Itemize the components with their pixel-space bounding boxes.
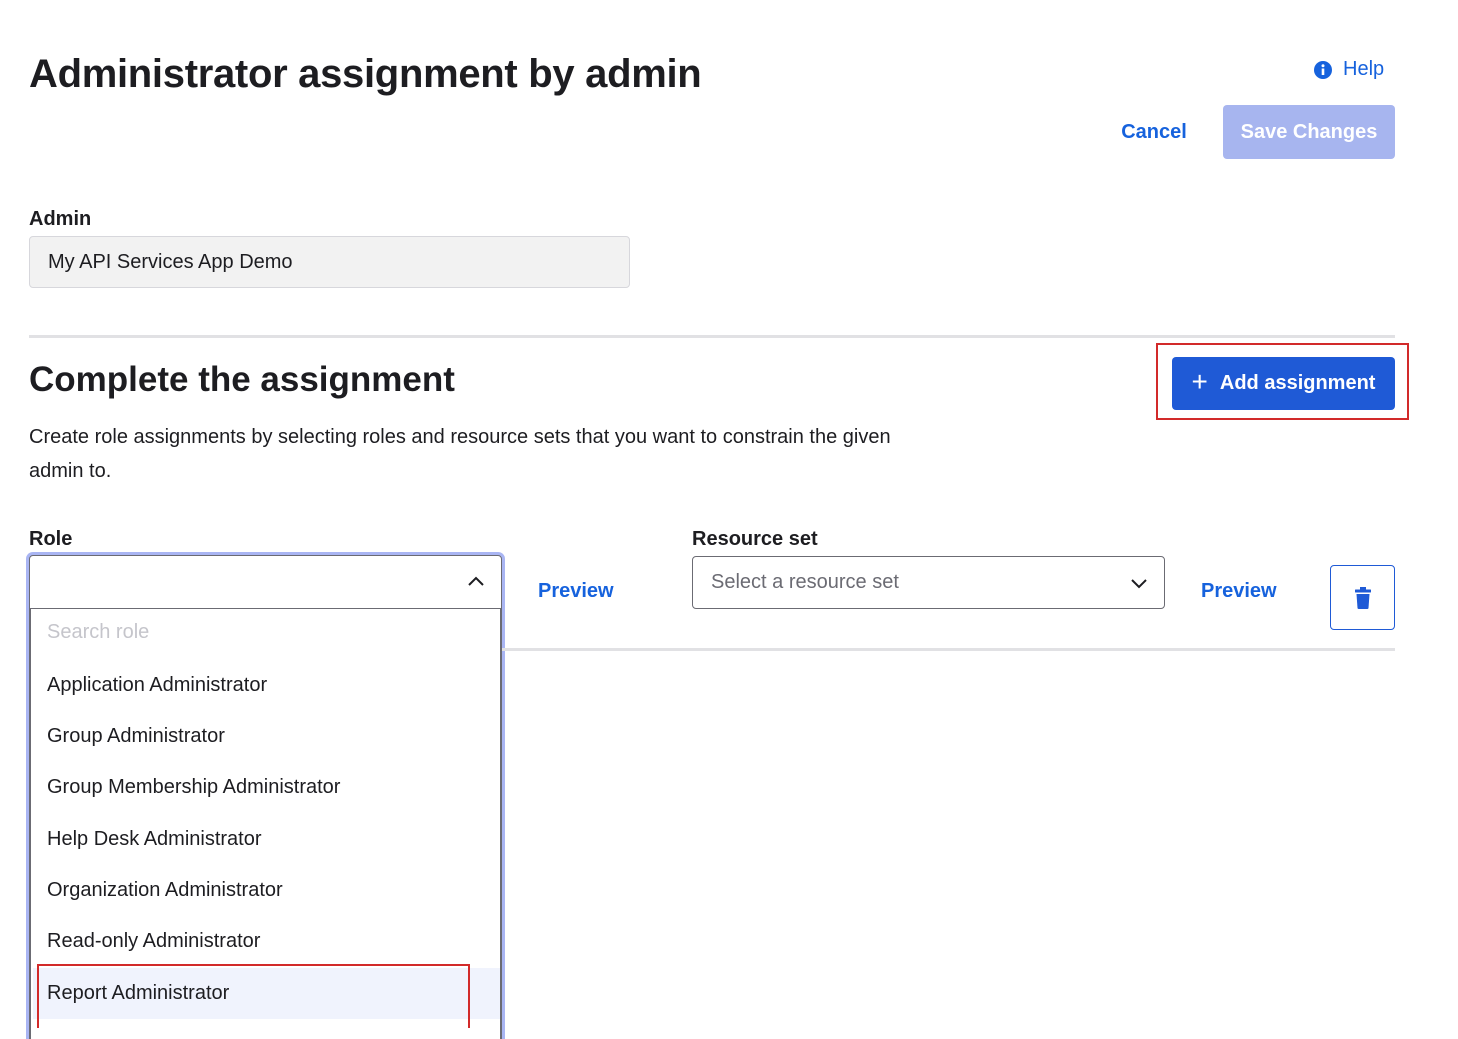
search-role-input[interactable]: Search role (47, 621, 149, 644)
admin-field: My API Services App Demo (29, 236, 630, 288)
assignment-description: Create role assignments by selecting rol… (29, 426, 891, 482)
section-divider (29, 335, 1395, 338)
add-assignment-button[interactable]: + Add assignment (1172, 357, 1395, 410)
resource-set-placeholder: Select a resource set (711, 571, 899, 593)
trash-icon (1354, 586, 1371, 609)
chevron-down-icon (1131, 579, 1147, 589)
page-title: Administrator assignment by admin (29, 52, 702, 96)
role-select[interactable] (29, 555, 502, 609)
chevron-up-icon (468, 576, 484, 586)
cancel-button[interactable]: Cancel (1108, 105, 1200, 159)
role-preview-link[interactable]: Preview (538, 580, 614, 603)
role-option-group-membership-administrator[interactable]: Group Membership Administrator (47, 776, 340, 799)
resource-set-preview-link[interactable]: Preview (1201, 580, 1277, 603)
role-label: Role (29, 528, 73, 550)
info-icon (1314, 60, 1332, 79)
delete-assignment-button[interactable] (1330, 565, 1395, 630)
plus-icon: + (1191, 366, 1208, 397)
resource-set-label: Resource set (692, 528, 818, 550)
report-administrator-callout (37, 964, 470, 1028)
role-option-read-only-administrator[interactable]: Read-only Administrator (47, 930, 260, 953)
section-title: Complete the assignment (29, 360, 455, 399)
save-changes-button[interactable]: Save Changes (1223, 105, 1395, 159)
role-option-help-desk-administrator[interactable]: Help Desk Administrator (47, 828, 262, 851)
help-link[interactable]: Help (1313, 58, 1384, 81)
resource-set-select[interactable]: Select a resource set (692, 556, 1165, 609)
role-option-organization-administrator[interactable]: Organization Administrator (47, 879, 283, 902)
admin-label: Admin (29, 208, 92, 230)
help-label: Help (1343, 58, 1385, 80)
role-option-application-administrator[interactable]: Application Administrator (47, 674, 267, 697)
role-option-group-administrator[interactable]: Group Administrator (47, 725, 225, 748)
row-divider (502, 648, 1395, 651)
add-assignment-label: Add assignment (1219, 372, 1376, 394)
